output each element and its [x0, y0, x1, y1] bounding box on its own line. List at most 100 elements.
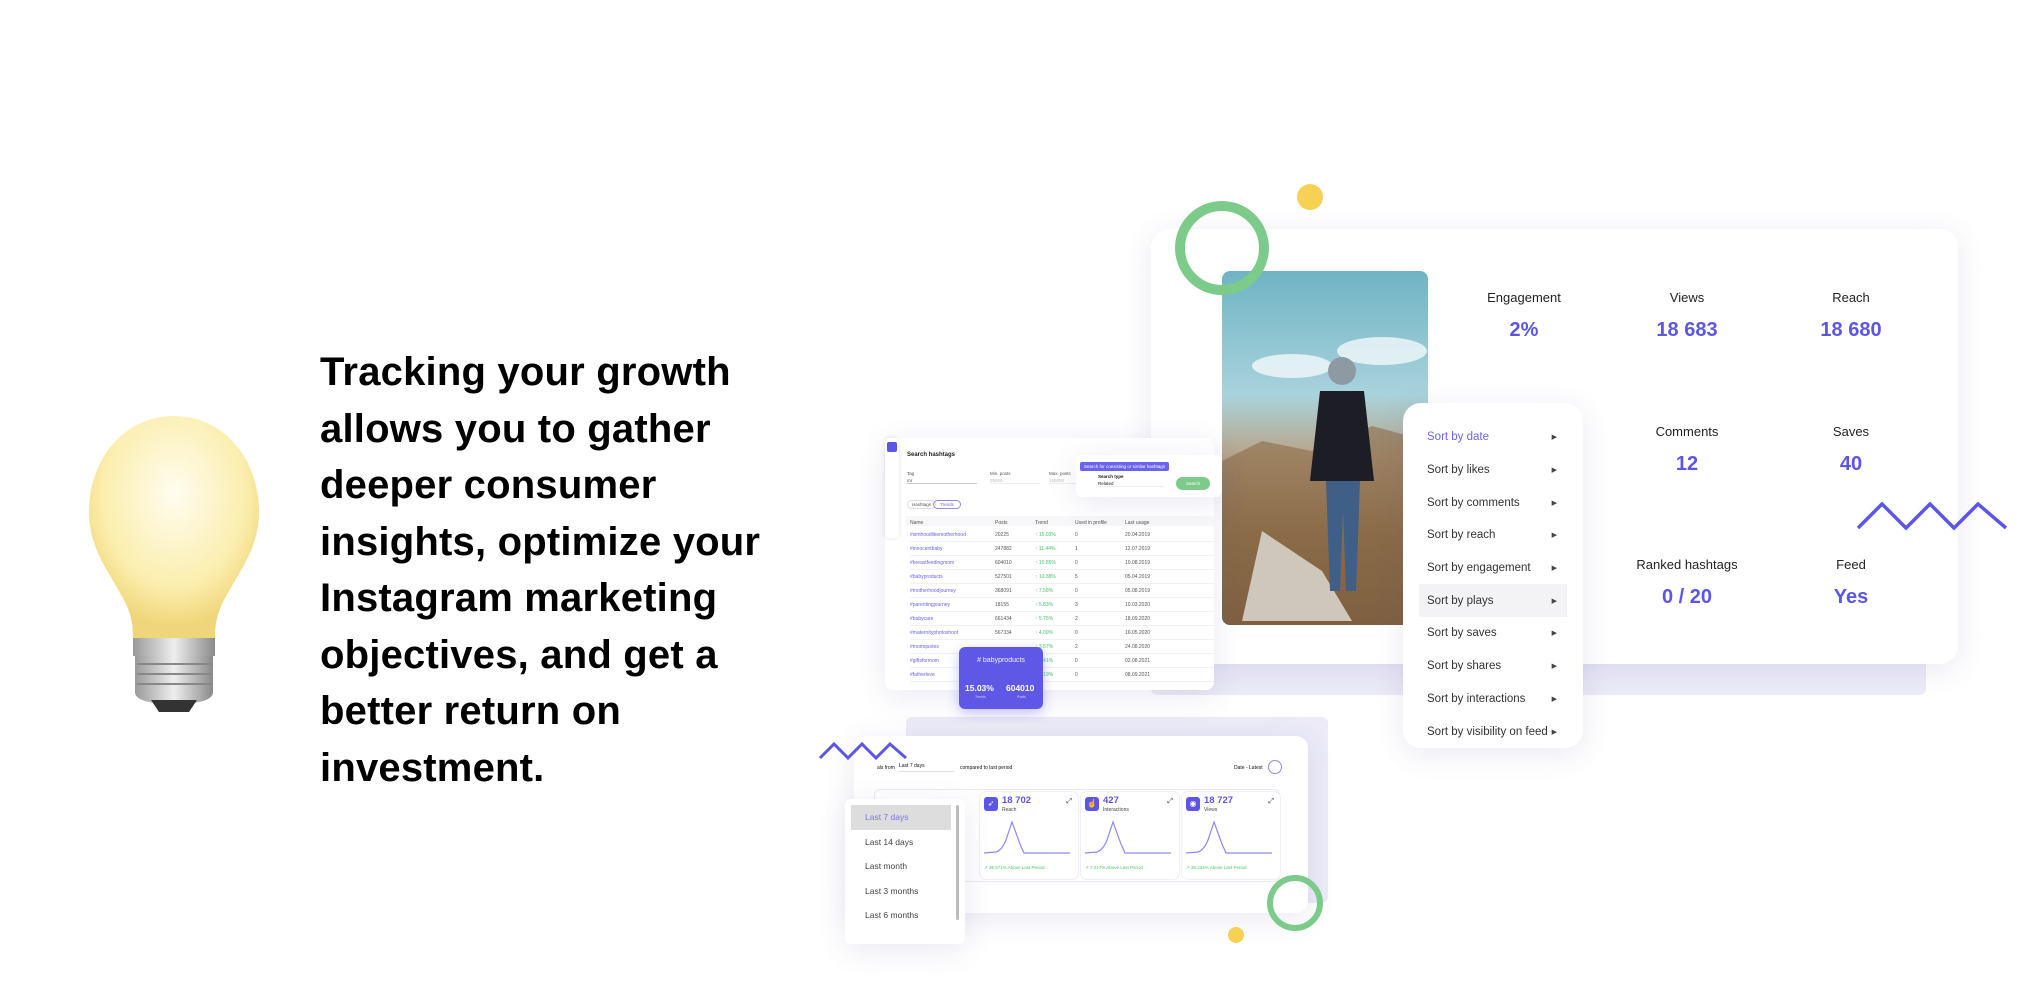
search-button[interactable]: Search	[1176, 477, 1210, 490]
tag-input[interactable]: mr	[907, 478, 977, 484]
table-row[interactable]: #fatherlove ↑ 3.19% 0 08.09.2021	[910, 668, 1214, 682]
caret-right-icon: ▶	[1551, 663, 1557, 671]
table-cell: 08.09.2021	[1125, 671, 1151, 678]
table-row[interactable]: #simhoodlikemotherhood 20225 ↑ 15.03% 0 20.0…	[910, 528, 1214, 542]
expand-icon[interactable]: ⤢	[1167, 798, 1173, 806]
period-option[interactable]: Last 6 months	[851, 903, 951, 928]
stat-value: 0 / 20	[1661, 586, 1713, 608]
green-ring	[1175, 201, 1269, 295]
stat-value: Yes	[1833, 586, 1869, 608]
sort-menu-item[interactable]: Sort by shares ▶	[1403, 650, 1583, 683]
table-cell[interactable]: #babyproducts	[910, 574, 943, 580]
sort-menu: Sort by date ▶ Sort by likes ▶ Sort by comme…	[1403, 403, 1583, 748]
sort-menu-item[interactable]: Sort by engagement ▶	[1403, 552, 1583, 585]
light-bulb-icon	[89, 416, 259, 712]
table-cell[interactable]: #simhoodlikemotherhood	[910, 532, 966, 538]
metric-change: ↗ 35.234% Above Last Period	[1186, 865, 1247, 870]
table-cell[interactable]: #momquotes	[910, 644, 939, 650]
table-cell: 10.03.2020	[1125, 601, 1151, 608]
rocket-icon: ➶	[984, 797, 998, 811]
tab-hashtags[interactable]: Hashtags	[907, 500, 937, 509]
table-row[interactable]: #motherhoodjourney 368091 ↑ 7.58% 0 05.08.20…	[910, 584, 1214, 598]
search-type-select[interactable]: Related	[1098, 481, 1164, 487]
filter-icon[interactable]	[1268, 760, 1282, 774]
table-cell[interactable]: #breastfeedingmom	[910, 560, 954, 566]
table-cell: 5	[1075, 573, 1078, 580]
table-cell: 1	[1075, 545, 1078, 552]
scrollbar[interactable]	[956, 805, 959, 920]
table-cell[interactable]: #maternityphotoshoot	[910, 630, 958, 636]
stat-value: 40	[1839, 453, 1863, 475]
sort-menu-item[interactable]: Sort by visibility on feed ▶	[1403, 715, 1583, 748]
sort-menu-item[interactable]: Sort by interactions ▶	[1403, 683, 1583, 716]
column-header[interactable]: Last usage	[1125, 520, 1149, 526]
table-row[interactable]: #giftsformom ↑ 2.41% 0 02.08.2021	[910, 654, 1214, 668]
table-cell: 20225	[995, 531, 1009, 538]
table-cell[interactable]: #parentingjourney	[910, 602, 950, 608]
period-option[interactable]: Last month	[851, 854, 951, 879]
table-cell[interactable]: #giftsformom	[910, 658, 939, 664]
metric-value: 18 727	[1204, 795, 1234, 806]
stat-feed: Feed Yes	[1771, 557, 1931, 609]
column-header[interactable]: Posts	[995, 520, 1008, 526]
table-row[interactable]: #momquotes ↑ 3.57% 2 24.08.2020	[910, 640, 1214, 654]
panel-title: Search hashtags	[907, 452, 956, 458]
caret-right-icon: ▶	[1551, 499, 1557, 507]
period-select[interactable]: Last 7 days	[899, 763, 954, 772]
table-cell: ↑ 4.09%	[1035, 629, 1054, 636]
table-row[interactable]: #breastfeedingmom 604010 ↑ 10.85% 0 10.08.20…	[910, 556, 1214, 570]
headline: Tracking your growth allows you to gather…	[320, 350, 761, 790]
table-cell: 0	[1075, 671, 1078, 678]
table-row[interactable]: #parentingjourney 18155 ↑ 5.83% 3 10.03.2020	[910, 598, 1214, 612]
caret-right-icon: ▶	[1551, 434, 1557, 442]
sort-menu-item[interactable]: Sort by comments ▶	[1403, 486, 1583, 519]
table-row[interactable]: #babyproducts 527501 ↑ 10.38% 5 05.04.2019	[910, 570, 1214, 584]
column-header[interactable]: Used in profile	[1075, 520, 1107, 526]
stat-value: 18 680	[1820, 319, 1882, 341]
sort-item-label: Sort by comments	[1427, 496, 1520, 509]
caret-right-icon: ▶	[1551, 532, 1557, 540]
table-cell: 0	[1075, 629, 1078, 636]
sort-menu-item[interactable]: Sort by date ▶	[1403, 421, 1583, 454]
expand-icon[interactable]: ⤢	[1268, 798, 1274, 806]
table-cell: 0	[1075, 587, 1078, 594]
table-row[interactable]: #maternityphotoshoot 567334 ↑ 4.09% 0 16.05.…	[910, 626, 1214, 640]
sort-menu-item[interactable]: Sort by plays ▶	[1419, 584, 1567, 618]
table-cell[interactable]: #fatherlove	[910, 672, 935, 678]
search-type-panel: Search for coexisting or similar hashtag…	[1076, 455, 1222, 497]
table-cell[interactable]: #innocentbaby	[910, 546, 943, 552]
hand-icon: ☝	[1085, 797, 1099, 811]
column-header[interactable]: Name	[910, 520, 923, 526]
sort-menu-item[interactable]: Sort by saves ▶	[1403, 617, 1583, 650]
expand-icon[interactable]: ⤢	[1066, 798, 1072, 806]
sort-menu-item[interactable]: Sort by likes ▶	[1403, 454, 1583, 487]
stat-views: Views 18 683	[1607, 290, 1767, 342]
table-cell[interactable]: #babycare	[910, 616, 933, 622]
table-cell[interactable]: #motherhoodjourney	[910, 588, 956, 594]
tab-trends[interactable]: Trends	[933, 500, 961, 509]
side-nav	[885, 438, 899, 538]
stat-value: 12	[1675, 453, 1699, 475]
period-option[interactable]: Last 14 days	[851, 830, 951, 855]
column-header[interactable]: Trend	[1035, 520, 1048, 526]
period-option[interactable]: Last 3 months	[851, 879, 951, 904]
table-cell: 247882	[995, 545, 1012, 552]
home-icon[interactable]	[887, 442, 897, 452]
eye-icon: ◉	[1186, 797, 1200, 811]
period-option[interactable]: Last 7 days	[851, 805, 951, 830]
zigzag	[818, 741, 907, 761]
table-cell: 0	[1075, 657, 1078, 664]
stat-label: Reach	[1832, 290, 1870, 305]
search-type-label: Search type	[1098, 474, 1124, 479]
table-row[interactable]: #babycare 661434 ↑ 5.75% 2 18.09.2020	[910, 612, 1214, 626]
sort-item-label: Sort by shares	[1427, 660, 1502, 673]
stat-label: Saves	[1832, 424, 1870, 439]
sort-menu-item[interactable]: Sort by reach ▶	[1403, 519, 1583, 552]
post-photo[interactable]	[1222, 271, 1428, 625]
min-posts-input[interactable]: 25000	[990, 478, 1040, 484]
sparkline	[984, 820, 1070, 854]
table-row[interactable]: #innocentbaby 247882 ↑ 11.44% 1 12.07.2019	[910, 542, 1214, 556]
table-cell: ↑ 10.38%	[1035, 573, 1056, 580]
table-cell: 16.05.2020	[1125, 629, 1151, 636]
zigzag	[1856, 501, 2008, 531]
